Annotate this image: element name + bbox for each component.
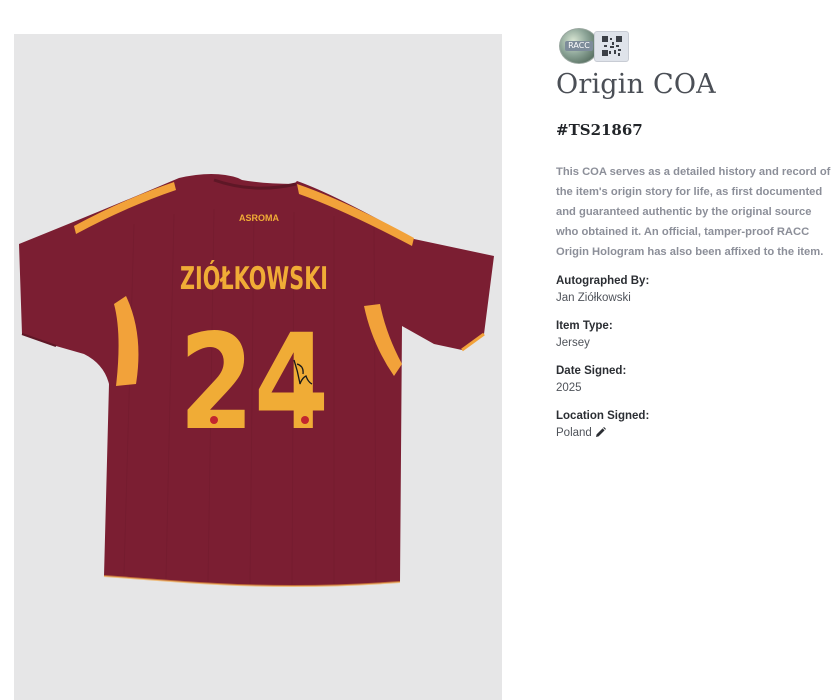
field-value-row: Poland: [556, 425, 839, 444]
field-label: Date Signed:: [556, 365, 627, 377]
jersey-number: 24: [179, 306, 329, 460]
field-label: Location Signed:: [556, 410, 650, 422]
field-date-signed: Date Signed: 2025: [556, 363, 839, 397]
field-label: Autographed By:: [556, 275, 650, 287]
field-value: 2025: [556, 382, 582, 394]
field-value: Jersey: [556, 337, 590, 349]
coa-description: This COA serves as a detailed history an…: [556, 166, 831, 258]
racc-hologram-icon: RACC: [559, 28, 599, 64]
certificate-number: #TS21867: [556, 121, 643, 139]
product-image-panel: ASROMA ZIÓŁKOWSKI 24: [14, 34, 502, 700]
coa-title: Origin COA: [556, 69, 716, 100]
field-value: Poland: [556, 427, 592, 439]
hologram-label: RACC: [565, 41, 593, 51]
field-item-type: Item Type: Jersey: [556, 318, 839, 352]
coa-details: RACC Origin COA #TS21867 This COA serves…: [556, 26, 839, 444]
field-location-signed: Location Signed: Poland: [556, 408, 839, 444]
jersey-player-name: ZIÓŁKOWSKI: [180, 260, 328, 297]
field-value: Jan Ziółkowski: [556, 292, 631, 304]
jersey-image: ASROMA ZIÓŁKOWSKI 24: [19, 174, 494, 587]
pencil-icon[interactable]: [595, 427, 606, 444]
field-autographed-by: Autographed By: Jan Ziółkowski: [556, 273, 839, 307]
authentication-badges: RACC: [556, 26, 839, 64]
qr-code-icon: [594, 31, 629, 62]
field-label: Item Type:: [556, 320, 613, 332]
jersey-brand-mark: ASROMA: [239, 213, 279, 223]
